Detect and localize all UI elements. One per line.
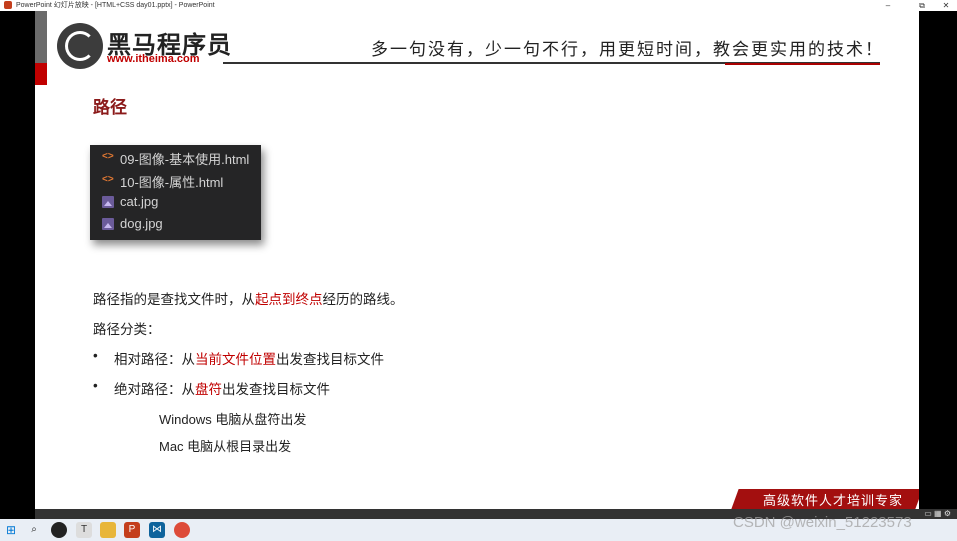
file-name: 09-图像-基本使用.html (120, 152, 250, 167)
csdn-watermark: CSDN @weixin_51223573 (733, 514, 912, 531)
start-icon[interactable]: ⊞ (3, 522, 19, 538)
relative-highlight: 当前文件位置 (195, 352, 276, 367)
left-letterbox (0, 11, 35, 509)
windows-note: Windows 电脑从盘符出发 (159, 412, 307, 427)
absolute-path-item: 绝对路径：从盘符出发查找目标文件 (114, 378, 330, 398)
definition-suffix: 经历的路线。 (322, 292, 404, 307)
mac-note: Mac 电脑从根目录出发 (159, 439, 292, 454)
relative-path-item: 相对路径：从当前文件位置出发查找目标文件 (114, 348, 384, 368)
bullet-marker: • (93, 348, 98, 363)
file-name: cat.jpg (120, 194, 159, 209)
file-item: <> 09-图像-基本使用.html (90, 146, 261, 168)
file-explorer-panel: <> 09-图像-基本使用.html <> 10-图像-属性.html cat.… (90, 145, 261, 240)
brand-url: www.itheima.com (107, 53, 200, 65)
image-file-icon (102, 218, 114, 230)
file-name: dog.jpg (120, 216, 163, 231)
slide[interactable]: 黑马程序员 www.itheima.com 多一句没有，少一句不行，用更短时间，… (35, 11, 919, 509)
header-grey-bar (35, 11, 47, 63)
restore-button[interactable]: ⧉ (912, 0, 932, 11)
powerpoint-icon[interactable]: P (124, 522, 140, 538)
powerpoint-app-icon (4, 1, 12, 9)
right-letterbox (919, 11, 957, 509)
relative-prefix: 相对路径：从 (114, 352, 195, 367)
minimize-button[interactable]: – (878, 0, 898, 11)
slogan: 多一句没有，少一句不行，用更短时间，教会更实用的技术！ (371, 40, 884, 60)
header-divider-accent (725, 63, 880, 65)
code-file-icon: <> (102, 174, 114, 185)
close-button[interactable]: ✕ (936, 0, 956, 11)
text-editor-icon[interactable]: T (76, 522, 92, 538)
brand-logo: 黑马程序员 www.itheima.com (57, 23, 257, 73)
definition-prefix: 路径指的是查找文件时，从 (93, 292, 255, 307)
file-explorer-icon[interactable] (100, 522, 116, 538)
vscode-icon[interactable]: ⋈ (149, 522, 165, 538)
window-title: PowerPoint 幻灯片放映 - [HTML+CSS day01.pptx]… (16, 2, 215, 9)
app-icon[interactable] (51, 522, 67, 538)
bullet-marker: • (93, 378, 98, 393)
file-item: <> 10-图像-属性.html (90, 169, 261, 191)
definition-text: 路径指的是查找文件时，从起点到终点经历的路线。 (93, 288, 404, 308)
slideshow-controls-icon[interactable]: ▭ ▦ ⚙ (924, 509, 951, 519)
horse-logo-icon (57, 23, 103, 69)
code-file-icon: <> (102, 151, 114, 162)
footer-banner-text: 高级软件人才培训专家 (763, 494, 904, 509)
slide-heading: 路径 (93, 98, 127, 117)
chrome-icon[interactable] (174, 522, 190, 538)
category-title: 路径分类： (93, 322, 161, 337)
header-red-bar (35, 63, 47, 85)
absolute-suffix: 出发查找目标文件 (222, 382, 330, 397)
file-item: dog.jpg (90, 213, 261, 235)
search-icon[interactable]: ⌕ (26, 522, 42, 538)
definition-highlight: 起点到终点 (255, 292, 323, 307)
absolute-highlight: 盘符 (195, 382, 222, 397)
image-file-icon (102, 196, 114, 208)
title-bar: PowerPoint 幻灯片放映 - [HTML+CSS day01.pptx]… (0, 0, 957, 11)
absolute-prefix: 绝对路径：从 (114, 382, 195, 397)
file-item: cat.jpg (90, 191, 261, 213)
file-name: 10-图像-属性.html (120, 175, 224, 190)
relative-suffix: 出发查找目标文件 (276, 352, 384, 367)
